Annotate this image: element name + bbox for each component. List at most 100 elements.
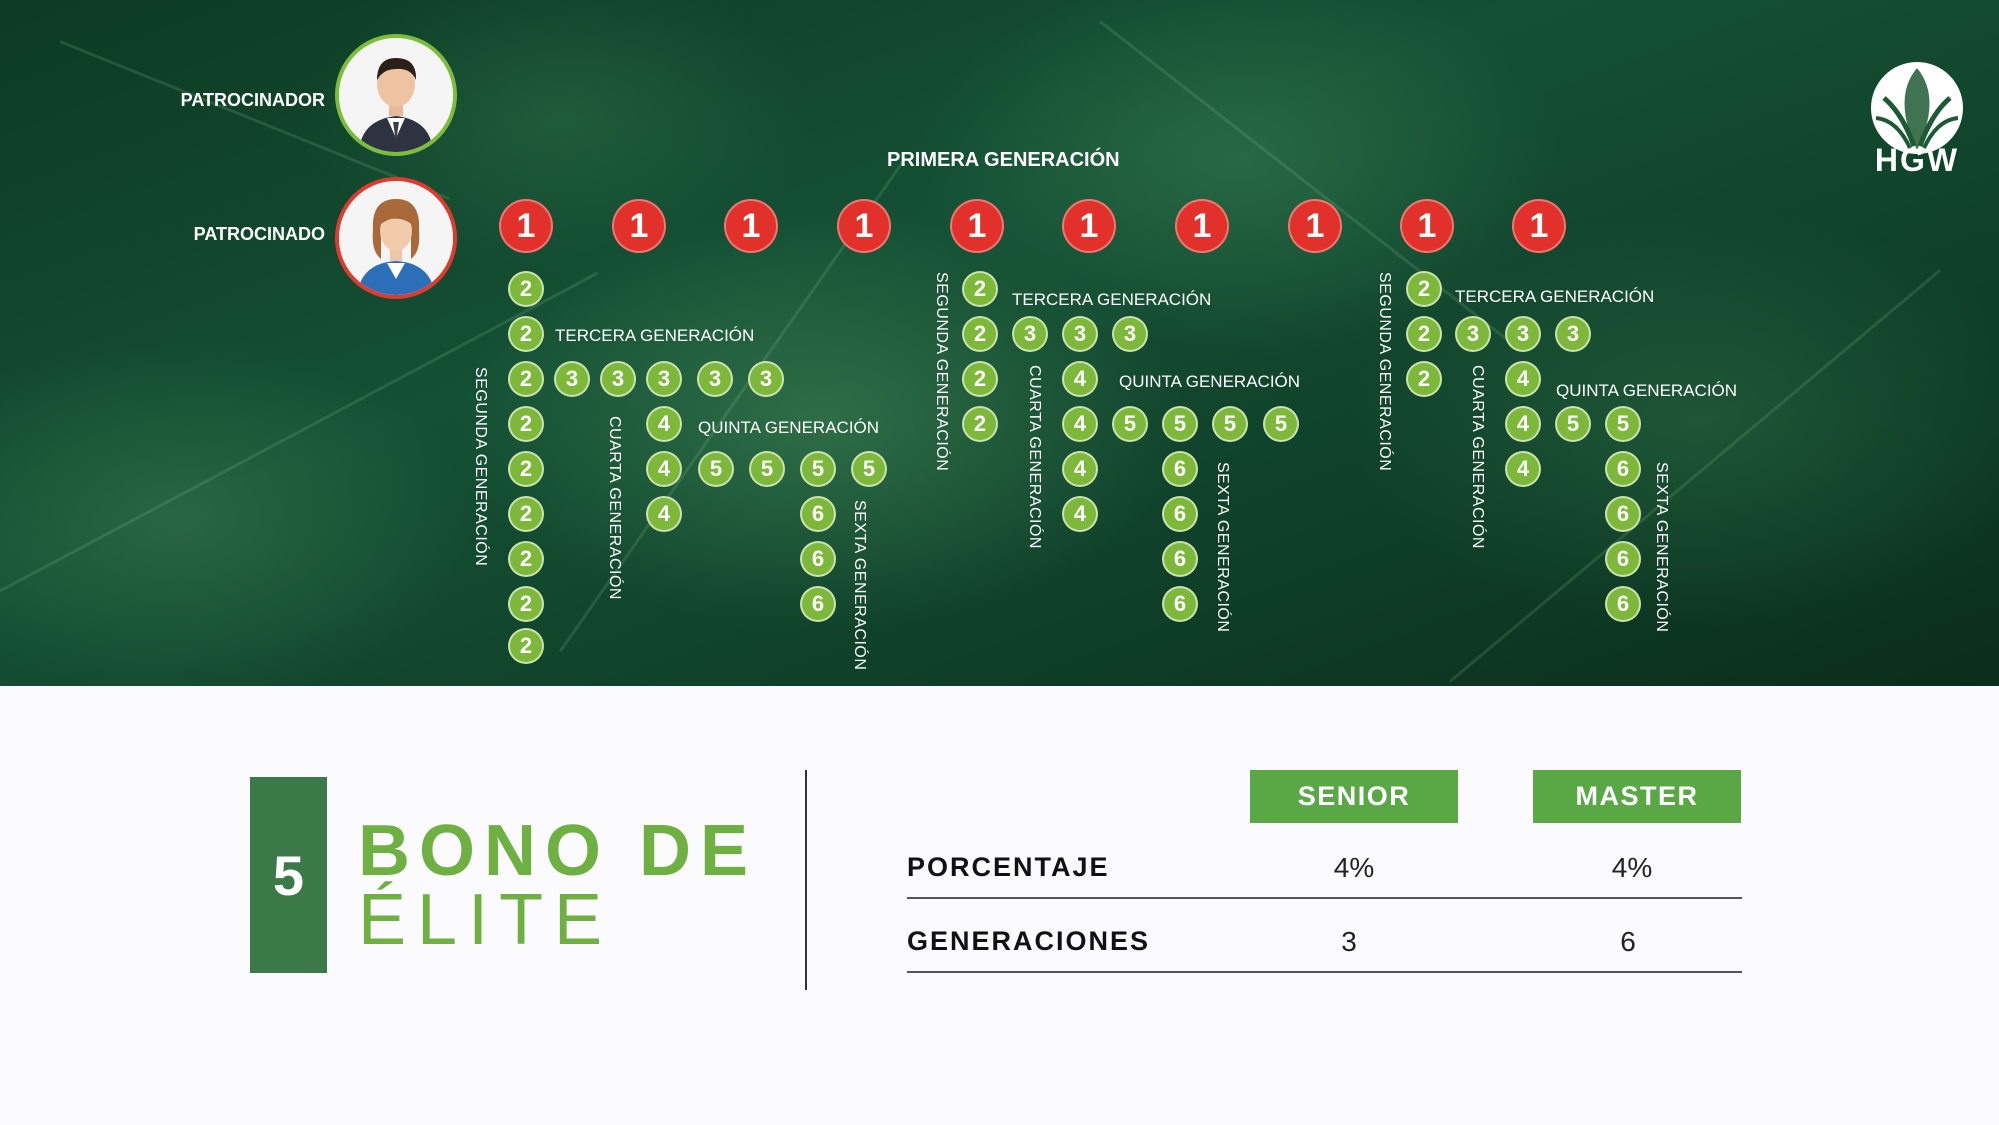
sponsored-avatar [335,177,457,299]
second-gen-label: SEGUNDA GENERACIÓN [933,272,950,472]
gen-node: 6 [800,586,836,622]
gen-node: 3 [1455,316,1491,352]
gen-node: 2 [1406,271,1442,307]
cell-master-generaciones: 6 [1620,926,1636,957]
sixth-gen-label: SEXTA GENERACIÓN [1214,462,1231,633]
gen-node: 2 [508,451,544,487]
gen-node: 2 [508,586,544,622]
gen-node: 2 [508,316,544,352]
gen-node: 5 [800,451,836,487]
gen-node: 2 [508,496,544,532]
cell-senior-generaciones: 3 [1341,926,1357,957]
gen-node: 3 [646,361,682,397]
gen-node: 6 [1162,451,1198,487]
first-generation-title: PRIMERA GENERACIÓN [887,149,1120,171]
second-gen-label: SEGUNDA GENERACIÓN [1376,272,1393,472]
gen-node: 4 [1505,361,1541,397]
column-header-senior: SENIOR [1250,770,1458,823]
gen-node: 4 [1505,406,1541,442]
fifth-gen-label: QUINTA GENERACIÓN [698,418,880,437]
gen-node: 3 [600,361,636,397]
gen-node: 4 [1062,361,1098,397]
gen-node: 4 [1062,406,1098,442]
gen-node: 2 [508,406,544,442]
gen-node: 3 [1505,316,1541,352]
gen-node: 2 [1406,316,1442,352]
gen-node: 5 [1112,406,1148,442]
gen-node: 6 [1605,496,1641,532]
gen-node: 2 [962,316,998,352]
gen-node: 4 [646,406,682,442]
gen-node: 4 [1062,451,1098,487]
bonus-title-line1: BONO DE [358,811,758,891]
gen-node: 6 [1162,541,1198,577]
row-label-porcentaje: PORCENTAJE [907,852,1110,882]
bonus-title-line2: ÉLITE [358,880,614,960]
gen1-node: 1 [1062,199,1116,253]
gen-node: 6 [1162,586,1198,622]
gen-node: 2 [508,271,544,307]
gen1-node: 1 [837,199,891,253]
gen-node: 5 [851,451,887,487]
fourth-gen-label: CUARTA GENERACIÓN [606,416,623,600]
second-gen-label: SEGUNDA GENERACIÓN [472,367,489,567]
fifth-gen-label: QUINTA GENERACIÓN [1556,381,1738,400]
row-label-generaciones: GENERACIONES [907,926,1151,956]
cell-master-porcentaje: 4% [1611,852,1653,883]
gen-node: 5 [1263,406,1299,442]
man-avatar-icon [339,38,453,152]
gen-node: 2 [508,628,544,664]
gen-node: 3 [1555,316,1591,352]
sponsor-avatar [335,34,457,156]
gen-node: 3 [1012,316,1048,352]
gen-node: 4 [646,451,682,487]
vertical-divider [805,770,807,990]
third-gen-label: TERCERA GENERACIÓN [1012,290,1212,309]
gen1-node: 1 [1400,199,1454,253]
gen-node: 4 [1505,451,1541,487]
third-gen-label: TERCERA GENERACIÓN [1455,287,1655,306]
bonus-number-badge: 5 [250,777,327,973]
gen-node: 2 [962,271,998,307]
column-header-master: MASTER [1533,770,1741,823]
gen-node: 5 [1162,406,1198,442]
gen-node: 2 [1406,361,1442,397]
gen1-node: 1 [612,199,666,253]
brand-logo-text: HGW [1874,142,1960,178]
hero-background: PATROCINADOR PATROCINADO HGW PRIMERA GEN… [0,0,1999,686]
sixth-gen-label: SEXTA GENERACIÓN [851,500,868,671]
gen-node: 5 [749,451,785,487]
gen-node: 4 [1062,496,1098,532]
gen-node: 5 [1605,406,1641,442]
gen-node: 2 [508,541,544,577]
gen-node: 6 [1605,451,1641,487]
gen-node: 3 [554,361,590,397]
gen-node: 6 [800,541,836,577]
gen1-node: 1 [1175,199,1229,253]
sixth-gen-label: SEXTA GENERACIÓN [1653,462,1670,633]
gen-node: 5 [698,451,734,487]
gen-node: 5 [1212,406,1248,442]
gen-node: 6 [1162,496,1198,532]
table-row-separator [907,897,1742,899]
gen-node: 6 [1605,541,1641,577]
fourth-gen-label: CUARTA GENERACIÓN [1026,365,1043,549]
table-row-separator [907,971,1742,973]
gen-node: 5 [1555,406,1591,442]
gen-node: 2 [962,361,998,397]
gen1-node: 1 [950,199,1004,253]
gen-node: 2 [962,406,998,442]
gen1-node: 1 [499,199,553,253]
fourth-gen-label: CUARTA GENERACIÓN [1469,365,1486,549]
gen1-node: 1 [724,199,778,253]
sponsor-label: PATROCINADOR [180,90,325,110]
gen-node: 4 [646,496,682,532]
gen-node: 3 [1112,316,1148,352]
gen-node: 3 [697,361,733,397]
gen-node: 6 [1605,586,1641,622]
gen-node: 6 [800,496,836,532]
sponsored-label: PATROCINADO [193,224,325,244]
cell-senior-porcentaje: 4% [1333,852,1375,883]
third-gen-label: TERCERA GENERACIÓN [555,326,755,345]
fifth-gen-label: QUINTA GENERACIÓN [1119,372,1301,391]
